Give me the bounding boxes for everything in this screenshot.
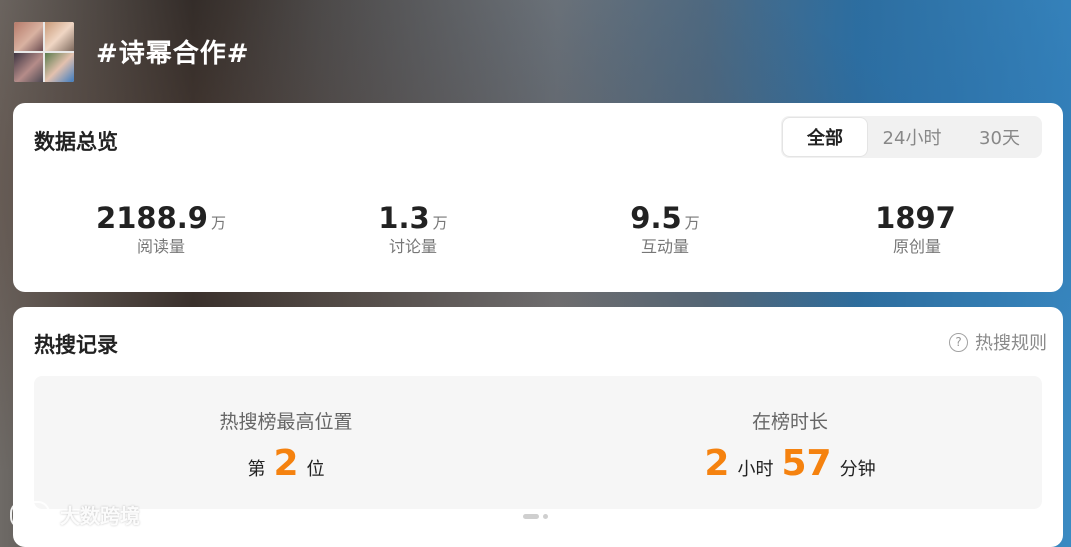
time-on-list-value: 2 小时 57 分钟: [538, 446, 1042, 482]
avatar-photo-2: [45, 21, 74, 51]
hot-search-card: 热搜记录 ? 热搜规则 热搜榜最高位置 第 2 位 在榜时长 2 小时 57 分…: [13, 307, 1063, 547]
time-on-list: 在榜时长 2 小时 57 分钟: [538, 376, 1042, 509]
stat-value: 2188.9: [96, 201, 208, 235]
highest-position-value: 第 2 位: [34, 446, 538, 482]
stat-unit: 万: [684, 214, 700, 232]
stat-label: 阅读量: [136, 237, 185, 256]
highest-position: 热搜榜最高位置 第 2 位: [34, 376, 538, 509]
carousel-dot[interactable]: [543, 514, 548, 519]
watermark: 大数跨境: [10, 500, 140, 529]
duration-minutes-unit: 分钟: [839, 459, 876, 480]
stat-unit: 万: [210, 214, 226, 232]
tab-all[interactable]: 全部: [783, 118, 867, 156]
stat-value: 1897: [875, 201, 956, 235]
data-overview-card: 数据总览 全部 24小时 30天 2188.9 万 阅读量 1.3 万 讨论量 …: [13, 103, 1063, 292]
hot-search-title: 热搜记录: [34, 333, 118, 357]
stat-value: 9.5: [630, 201, 682, 235]
position-suffix: 位: [306, 459, 325, 480]
watermark-logo-icon: [10, 500, 50, 529]
stat-interactions: 9.5 万 互动量: [539, 201, 791, 257]
stat-originals: 1897 原创量: [791, 201, 1043, 257]
time-range-tabs: 全部 24小时 30天: [781, 116, 1042, 158]
hot-search-rules-link[interactable]: ? 热搜规则: [949, 329, 1047, 355]
carousel-dot-active[interactable]: [523, 514, 539, 519]
duration-hours: 2: [704, 443, 730, 484]
position-prefix: 第: [247, 459, 266, 480]
hot-search-summary: 热搜榜最高位置 第 2 位 在榜时长 2 小时 57 分钟: [34, 376, 1042, 509]
overview-stats: 2188.9 万 阅读量 1.3 万 讨论量 9.5 万 互动量 1897 原创: [13, 201, 1063, 257]
stat-label: 原创量: [892, 237, 941, 256]
rules-label: 热搜规则: [975, 333, 1047, 354]
position-number: 2: [273, 443, 299, 484]
avatar-photo-3: [14, 52, 43, 82]
tab-24h[interactable]: 24小时: [867, 118, 957, 156]
stat-discussions: 1.3 万 讨论量: [287, 201, 539, 257]
watermark-text: 大数跨境: [60, 504, 140, 528]
question-circle-icon: ?: [949, 332, 968, 352]
avatar-photo-1: [14, 21, 43, 51]
stat-value: 1.3: [378, 201, 430, 235]
stat-label: 讨论量: [388, 237, 437, 256]
stat-unit: 万: [432, 214, 448, 232]
tab-30d[interactable]: 30天: [957, 118, 1042, 156]
overview-title: 数据总览: [34, 130, 118, 154]
duration-hours-unit: 小时: [737, 459, 774, 480]
topic-header: #诗幂合作#: [14, 21, 250, 82]
topic-title: #诗幂合作#: [96, 39, 250, 69]
avatar-photo-4: [45, 52, 74, 82]
stat-label: 互动量: [640, 237, 689, 256]
topic-avatar[interactable]: [14, 21, 74, 82]
stat-reads: 2188.9 万 阅读量: [35, 201, 287, 257]
time-on-list-label: 在榜时长: [751, 411, 828, 433]
highest-position-label: 热搜榜最高位置: [219, 411, 353, 433]
carousel-indicator: [523, 514, 548, 519]
duration-minutes: 57: [781, 443, 832, 484]
